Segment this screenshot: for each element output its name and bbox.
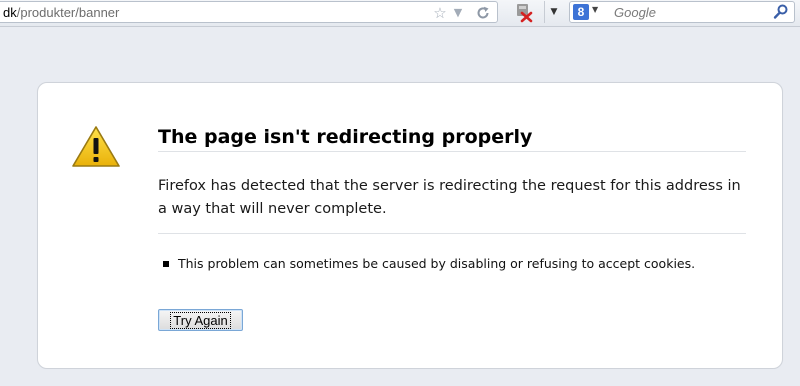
addon-dropdown-icon[interactable]: ▼: [544, 1, 563, 23]
try-again-button[interactable]: Try Again: [158, 309, 243, 331]
addon-block-icon[interactable]: [507, 1, 543, 23]
warning-icon: [71, 125, 121, 169]
error-details-list: This problem can sometimes be caused by …: [158, 256, 695, 271]
search-input[interactable]: Google: [614, 5, 656, 20]
url-domain: dk: [3, 5, 17, 20]
description-divider: [158, 233, 746, 234]
list-item: This problem can sometimes be caused by …: [158, 256, 695, 271]
star-icon[interactable]: ☆: [431, 3, 449, 23]
try-again-label: Try Again: [170, 311, 231, 329]
search-icon[interactable]: [773, 3, 789, 21]
error-title: The page isn't redirecting properly: [158, 126, 533, 148]
triangle-down-icon[interactable]: ▼: [451, 3, 465, 23]
bullet-icon: [163, 261, 169, 267]
navigation-toolbar: dk/produkter/banner ☆ ▼ ▼ 8 ▼ Google: [0, 0, 800, 27]
url-text[interactable]: dk/produkter/banner: [3, 5, 119, 20]
error-page-container: The page isn't redirecting properly Fire…: [37, 82, 783, 369]
title-divider: [158, 151, 746, 152]
reload-icon[interactable]: [473, 3, 493, 23]
error-description: Firefox has detected that the server is …: [158, 178, 741, 217]
engine-dropdown-icon[interactable]: ▼: [592, 5, 598, 14]
list-item-text: This problem can sometimes be caused by …: [178, 256, 696, 271]
url-path: /produkter/banner: [16, 5, 120, 20]
google-engine-icon[interactable]: 8: [573, 4, 589, 20]
search-bar[interactable]: 8 ▼ Google: [569, 1, 795, 23]
url-bar[interactable]: dk/produkter/banner ☆ ▼: [0, 1, 498, 23]
